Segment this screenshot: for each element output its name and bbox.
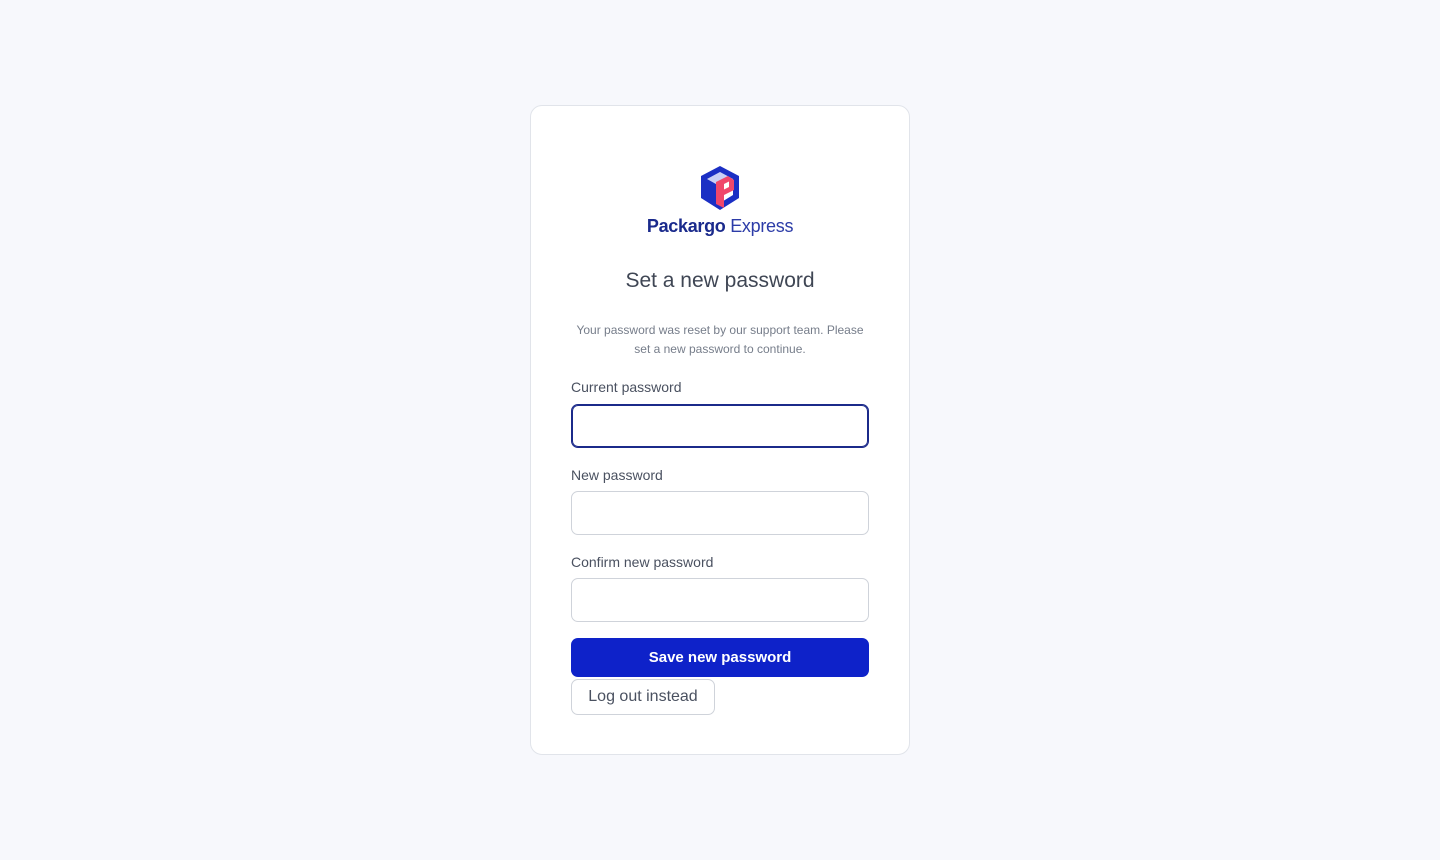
- log-out-button[interactable]: Log out instead: [571, 679, 715, 715]
- brand-logo: Packargo Express: [531, 164, 909, 236]
- current-password-input[interactable]: [571, 404, 869, 448]
- confirm-password-label: Confirm new password: [571, 554, 714, 570]
- new-password-input[interactable]: [571, 491, 869, 535]
- packargo-box-logo-icon: [701, 166, 739, 210]
- brand-name-light: Express: [725, 216, 794, 236]
- current-password-label: Current password: [571, 379, 682, 395]
- brand-name-strong: Packargo: [646, 216, 726, 236]
- new-password-label: New password: [571, 467, 663, 483]
- page-subtitle: Your password was reset by our support t…: [576, 323, 864, 356]
- reset-password-card: Packargo Express Set a new password Your…: [530, 105, 910, 755]
- page-title: Set a new password: [625, 269, 815, 292]
- save-new-password-button[interactable]: Save new password: [571, 638, 869, 677]
- brand-wordmark: Packargo Express: [646, 216, 794, 236]
- confirm-password-input[interactable]: [571, 578, 869, 622]
